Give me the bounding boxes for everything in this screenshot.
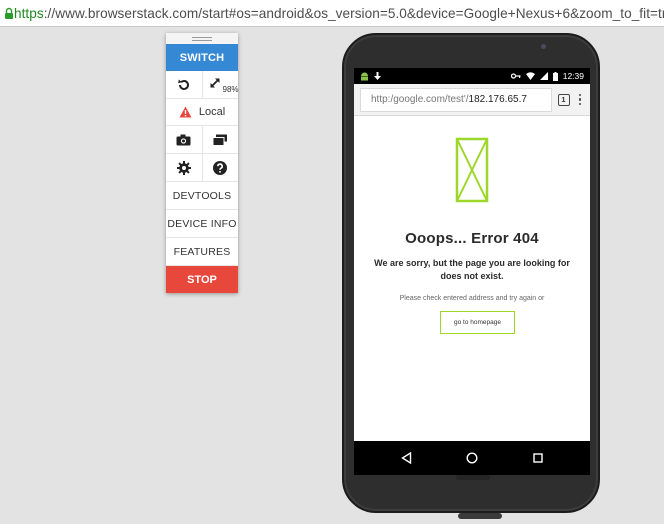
battery-icon	[552, 71, 558, 81]
android-icon	[361, 72, 368, 80]
rotate-button[interactable]	[166, 71, 202, 98]
local-label: Local	[198, 106, 226, 118]
error-hint: Please check entered address and try aga…	[399, 295, 545, 302]
local-testing-button[interactable]: Local	[166, 99, 238, 126]
url-scheme: https	[14, 5, 44, 21]
lock-icon	[4, 0, 14, 26]
screenshot-button[interactable]	[166, 126, 202, 153]
stop-button[interactable]: STOP	[166, 266, 238, 293]
error-message: We are sorry, but the page you are looki…	[374, 258, 570, 281]
windows-button[interactable]	[201, 126, 239, 153]
browser-address-bar[interactable]: https://www.browserstack.com/start#os=an…	[0, 0, 664, 27]
android-nav-bar	[354, 441, 590, 475]
front-camera	[541, 44, 546, 49]
recents-icon[interactable]	[533, 453, 543, 463]
error-page: Ooops... Error 404 We are sorry, but the…	[354, 116, 590, 425]
camera-icon	[176, 134, 191, 145]
drag-handle[interactable]	[166, 33, 238, 44]
overflow-menu-icon[interactable]	[576, 93, 585, 106]
url-text[interactable]: https://www.browserstack.com/start#os=an…	[14, 6, 664, 21]
control-panel: SWITCH 98% Local DEVTOOLS DEVICE INFO FE…	[166, 33, 239, 293]
signal-icon	[539, 72, 548, 80]
warning-icon	[179, 106, 192, 118]
omnibox-host: 182.176.65.7	[468, 94, 527, 105]
features-button[interactable]: FEATURES	[166, 238, 238, 266]
tab-switcher-button[interactable]: 1	[557, 93, 570, 106]
zoom-value: 98%	[222, 85, 239, 94]
mobile-omnibox[interactable]: http:/google.com/test'/182.176.65.7	[360, 87, 552, 112]
usb-cable	[458, 513, 502, 519]
question-icon	[213, 160, 228, 175]
go-to-homepage-button[interactable]: go to homepage	[440, 311, 515, 334]
panel-row-rotate-zoom: 98%	[166, 71, 239, 99]
broken-image-icon	[455, 137, 489, 203]
devtools-button[interactable]: DEVTOOLS	[166, 182, 238, 210]
rotate-icon	[177, 79, 189, 90]
download-icon	[374, 71, 381, 80]
panel-row-screenshot-windows	[166, 126, 238, 154]
gear-icon	[176, 160, 191, 175]
resize-icon	[210, 77, 220, 88]
phone-screen[interactable]: 12:39 http:/google.com/test'/182.176.65.…	[354, 68, 590, 475]
panel-row-settings-help	[166, 154, 238, 182]
help-button[interactable]	[201, 154, 239, 181]
key-icon	[510, 73, 521, 79]
phone-device: 12:39 http:/google.com/test'/182.176.65.…	[342, 33, 600, 513]
mobile-chrome-toolbar: http:/google.com/test'/182.176.65.7 1	[354, 84, 590, 116]
status-time: 12:39	[562, 71, 584, 81]
omnibox-prefix: http:/google.com/test'/	[371, 94, 469, 105]
url-path: ://www.browserstack.com/start#os=android…	[43, 5, 664, 21]
error-title: Ooops... Error 404	[405, 230, 539, 247]
switch-button[interactable]: SWITCH	[166, 44, 238, 71]
settings-button[interactable]	[166, 154, 202, 181]
zoom-button[interactable]: 98%	[201, 71, 239, 98]
back-icon[interactable]	[401, 452, 412, 464]
device-info-button[interactable]: DEVICE INFO	[166, 210, 238, 238]
android-status-bar: 12:39	[354, 68, 590, 84]
bottom-speaker	[456, 475, 490, 480]
windows-stack-icon	[212, 134, 228, 146]
wifi-icon	[525, 72, 535, 80]
home-icon[interactable]	[466, 452, 478, 464]
